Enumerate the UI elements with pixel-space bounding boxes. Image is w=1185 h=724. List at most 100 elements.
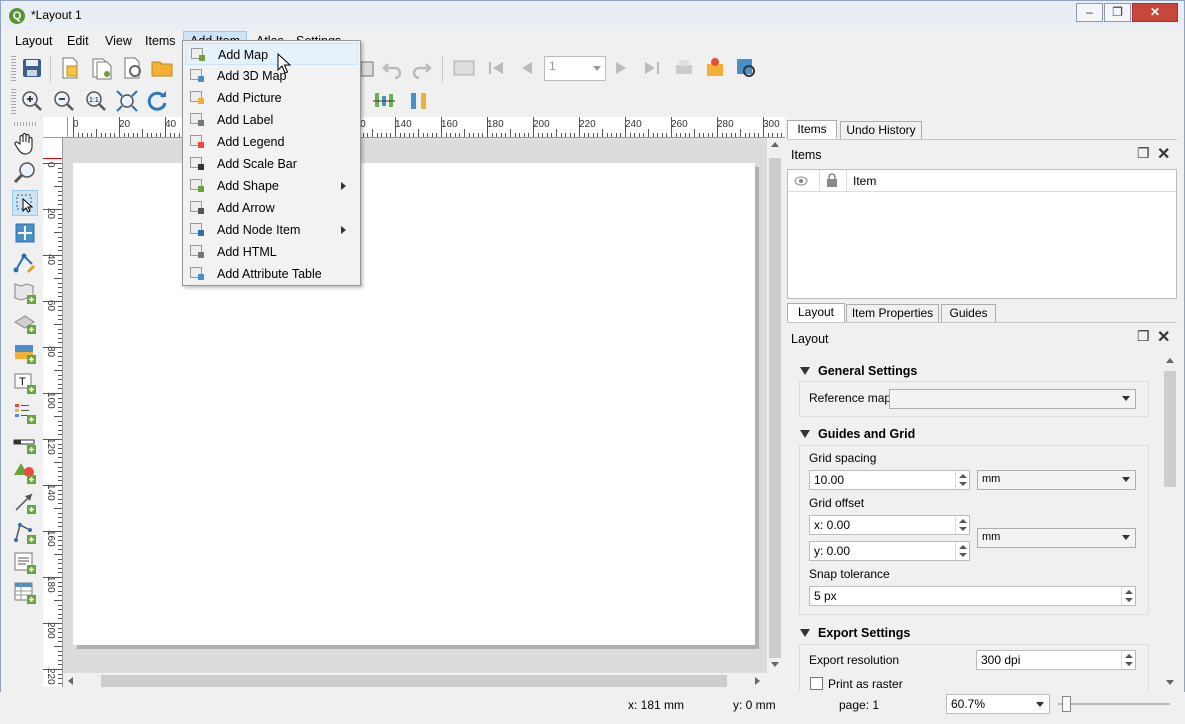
undo-icon[interactable]	[380, 56, 404, 80]
vertical-scroll-thumb[interactable]	[769, 158, 781, 658]
column-item-header[interactable]: Item	[853, 174, 876, 188]
zoom-actual-icon[interactable]: 1:1	[84, 89, 108, 113]
add-3d-map-tool-icon[interactable]	[12, 310, 38, 336]
menu-item-add-attribute-table[interactable]: Add Attribute Table	[185, 263, 358, 285]
tab-guides[interactable]: Guides	[941, 304, 996, 323]
menu-item-add-label[interactable]: Add Label	[185, 109, 358, 131]
zoom-out-icon[interactable]	[52, 89, 76, 113]
canvas-vertical-scrollbar[interactable]	[767, 138, 783, 673]
zoom-combo[interactable]: 60.7%	[946, 694, 1050, 714]
tab-layout[interactable]: Layout	[787, 303, 845, 322]
zoom-full-icon[interactable]	[115, 89, 139, 113]
first-feature-icon[interactable]	[484, 56, 508, 80]
collapse-triangle-icon[interactable]	[800, 430, 810, 438]
menu-item-add-shape[interactable]: Add Shape	[185, 175, 358, 197]
scroll-up-icon[interactable]	[1166, 358, 1174, 363]
align-icon[interactable]	[372, 89, 396, 113]
collapse-triangle-icon[interactable]	[800, 629, 810, 637]
add-html-tool-icon[interactable]	[12, 550, 38, 576]
menu-item-add-arrow[interactable]: Add Arrow	[185, 197, 358, 219]
toolbar-grip-2[interactable]	[11, 89, 16, 115]
float-layout-panel-icon[interactable]: ❐	[1137, 328, 1150, 345]
zoom-slider-track[interactable]	[1058, 703, 1170, 705]
add-attribute-table-tool-icon[interactable]	[12, 580, 38, 606]
menu-items[interactable]: Items	[145, 34, 176, 48]
spinbox-arrows-icon[interactable]	[955, 471, 969, 489]
menu-item-add-map[interactable]: Add Map	[185, 43, 358, 65]
redo-icon[interactable]	[410, 56, 434, 80]
grid-spacing-input[interactable]: 10.00	[809, 470, 970, 490]
zoom-tool-icon[interactable]	[12, 160, 38, 186]
minimize-button[interactable]: –	[1076, 3, 1103, 22]
new-layout-icon[interactable]	[58, 56, 82, 80]
layout-page[interactable]	[73, 163, 755, 645]
next-feature-icon[interactable]	[610, 56, 634, 80]
reference-map-combo[interactable]	[889, 389, 1136, 409]
print-as-raster-checkbox[interactable]	[810, 677, 823, 690]
add-legend-tool-icon[interactable]	[12, 400, 38, 426]
export-settings-title[interactable]: Export Settings	[818, 626, 910, 640]
scroll-right-icon[interactable]	[755, 677, 760, 685]
menu-item-add-html[interactable]: Add HTML	[185, 241, 358, 263]
zoom-in-icon[interactable]	[20, 89, 44, 113]
grid-spacing-unit-combo[interactable]: mm	[977, 470, 1136, 490]
export-resolution-input[interactable]: 300 dpi	[976, 650, 1136, 670]
spinbox-arrows-icon[interactable]	[1121, 587, 1135, 605]
menu-view[interactable]: View	[105, 34, 132, 48]
menu-item-add-legend[interactable]: Add Legend	[185, 131, 358, 153]
add-map-tool-icon[interactable]	[12, 280, 38, 306]
atlas-settings-icon[interactable]	[452, 56, 476, 80]
menu-item-add-picture[interactable]: Add Picture	[185, 87, 358, 109]
add-picture-tool-icon[interactable]	[12, 340, 38, 366]
scroll-left-icon[interactable]	[68, 677, 73, 685]
atlas-preview-icon[interactable]	[734, 56, 758, 80]
spinbox-arrows-icon[interactable]	[955, 542, 969, 560]
tab-items[interactable]: Items	[787, 120, 837, 139]
grid-offset-x-input[interactable]: x: 0.00	[809, 515, 970, 535]
export-atlas-icon[interactable]	[703, 56, 727, 80]
guides-and-grid-title[interactable]: Guides and Grid	[818, 427, 915, 441]
layout-scroll-thumb[interactable]	[1164, 371, 1176, 487]
print-atlas-icon[interactable]	[672, 56, 696, 80]
menu-item-add-node-item[interactable]: Add Node Item	[185, 219, 358, 241]
zoom-slider-handle[interactable]	[1062, 696, 1071, 712]
add-scalebar-tool-icon[interactable]	[12, 430, 38, 456]
canvas-horizontal-scrollbar[interactable]	[63, 673, 767, 689]
refresh-icon[interactable]	[145, 89, 169, 113]
duplicate-layout-icon[interactable]	[89, 56, 113, 80]
general-settings-title[interactable]: General Settings	[818, 364, 917, 378]
save-icon[interactable]	[20, 56, 44, 80]
close-layout-panel-icon[interactable]: ✕	[1157, 327, 1170, 347]
horizontal-scroll-thumb[interactable]	[101, 675, 727, 687]
grid-offset-y-input[interactable]: y: 0.00	[809, 541, 970, 561]
snap-tolerance-input[interactable]: 5 px	[809, 586, 1136, 606]
tools-grip[interactable]	[14, 122, 36, 126]
scroll-up-icon[interactable]	[771, 142, 779, 147]
vertical-ruler[interactable]: 0 20 40 60 80 100 120 140 160 180 200 220	[43, 138, 63, 687]
toolbar-grip[interactable]	[11, 56, 16, 82]
menu-edit[interactable]: Edit	[67, 34, 89, 48]
menu-layout[interactable]: Layout	[15, 34, 53, 48]
pan-hand-icon[interactable]	[12, 130, 38, 156]
add-node-item-tool-icon[interactable]	[12, 520, 38, 546]
grid-offset-unit-combo[interactable]: mm	[977, 528, 1136, 548]
spinbox-arrows-icon[interactable]	[955, 516, 969, 534]
menu-item-add-scale-bar[interactable]: Add Scale Bar	[185, 153, 358, 175]
add-shape-tool-icon[interactable]	[12, 460, 38, 486]
layout-panel-scrollbar[interactable]	[1163, 353, 1177, 691]
previous-feature-icon[interactable]	[514, 56, 538, 80]
collapse-triangle-icon[interactable]	[800, 367, 810, 375]
visibility-eye-icon[interactable]	[794, 175, 808, 187]
menu-item-add-3d-map[interactable]: Add 3D Map	[185, 65, 358, 87]
tab-undo-history[interactable]: Undo History	[840, 121, 922, 140]
layout-manager-icon[interactable]	[120, 56, 144, 80]
last-feature-icon[interactable]	[640, 56, 664, 80]
lock-icon[interactable]	[826, 173, 838, 188]
add-arrow-tool-icon[interactable]	[12, 490, 38, 516]
spinbox-arrows-icon[interactable]	[1121, 651, 1135, 669]
horizontal-ruler[interactable]: 0204060801001201401601802002202402602803…	[68, 117, 785, 138]
float-panel-icon[interactable]: ❐	[1137, 145, 1150, 162]
distribute-icon[interactable]	[406, 89, 430, 113]
tab-item-properties[interactable]: Item Properties	[846, 304, 939, 323]
scroll-down-icon[interactable]	[1166, 680, 1174, 685]
